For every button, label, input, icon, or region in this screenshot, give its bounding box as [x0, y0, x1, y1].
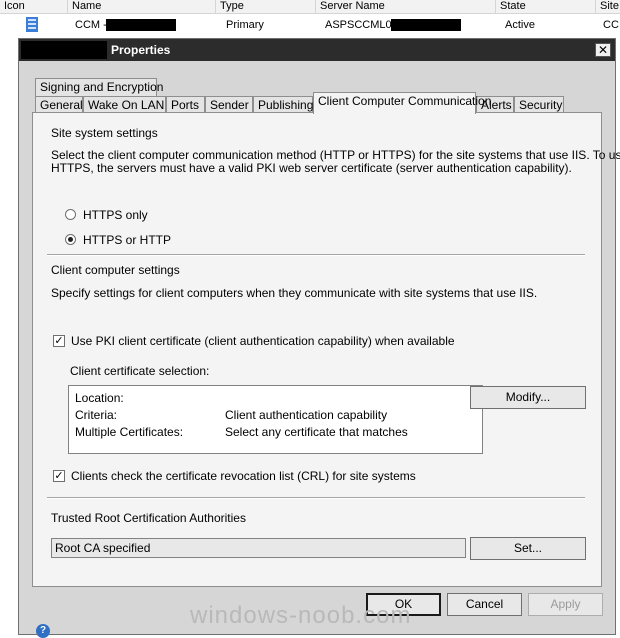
properties-dialog: Properties ✕ Signing and Encryption Gene…	[18, 38, 620, 638]
help-icon[interactable]: ?	[36, 624, 50, 638]
close-button[interactable]: ✕	[595, 43, 611, 57]
tab-panel: Site system settings Select the client c…	[32, 112, 620, 587]
set-button[interactable]: Set...	[470, 537, 586, 560]
row-state: Active	[505, 19, 535, 31]
server-icon	[26, 17, 38, 32]
crl-label[interactable]: Clients check the certificate revocation…	[71, 469, 416, 483]
column-header-icon[interactable]: Icon	[0, 0, 68, 13]
redaction-bar	[391, 19, 461, 31]
redaction-bar	[21, 41, 107, 59]
apply-button[interactable]: Apply	[528, 593, 603, 616]
row-name: CCM -	[75, 19, 107, 31]
dialog-title: Properties	[111, 43, 171, 57]
list-row[interactable]: CCM - Primary ASPSCCML01 Active CC	[0, 14, 620, 36]
client-computer-description: Specify settings for client computers wh…	[51, 286, 538, 300]
radio-selected-dot	[68, 237, 73, 242]
site-system-description-1: Select the client computer communication…	[51, 148, 620, 162]
redaction-bar	[106, 19, 176, 31]
root-ca-field: Root CA specified	[51, 538, 466, 558]
root-ca-value: Root CA specified	[55, 541, 151, 555]
row-site: CC	[603, 19, 619, 31]
site-system-description-2: HTTPS, the servers must have a valid PKI…	[51, 161, 572, 175]
tab-client-computer-communication[interactable]: Client Computer Communication	[313, 92, 491, 114]
column-header-state[interactable]: State	[496, 0, 596, 13]
row-type: Primary	[226, 19, 264, 31]
crl-checkbox[interactable]: ✓	[53, 470, 65, 482]
cancel-button[interactable]: Cancel	[447, 593, 522, 616]
title-bar[interactable]: Properties ✕	[19, 39, 615, 61]
site-system-heading: Site system settings	[51, 126, 158, 140]
trusted-root-heading: Trusted Root Certification Authorities	[51, 511, 246, 525]
https-or-http-radio[interactable]	[65, 234, 76, 245]
separator	[47, 497, 585, 499]
client-computer-heading: Client computer settings	[51, 263, 180, 277]
use-pki-checkbox[interactable]: ✓	[53, 335, 65, 347]
https-only-radio[interactable]	[65, 209, 76, 220]
row-server-name: ASPSCCML01	[325, 19, 398, 31]
cert-selection-box: Location: Criteria: Client authenticatio…	[68, 385, 483, 454]
column-header-name[interactable]: Name	[68, 0, 216, 13]
https-or-http-label[interactable]: HTTPS or HTTP	[83, 233, 171, 247]
dialog-body: Signing and Encryption General Wake On L…	[21, 63, 620, 638]
cert-location-label: Location:	[75, 391, 124, 405]
cert-criteria-label: Criteria:	[75, 408, 118, 422]
cert-criteria-value: Client authentication capability	[225, 408, 388, 422]
column-header-server-name[interactable]: Server Name	[316, 0, 496, 13]
cert-selection-label: Client certificate selection:	[70, 364, 210, 378]
column-header-type[interactable]: Type	[216, 0, 316, 13]
modify-button[interactable]: Modify...	[470, 386, 586, 409]
column-header-site[interactable]: Site	[596, 0, 620, 13]
https-only-label[interactable]: HTTPS only	[83, 208, 148, 222]
watermark-text: windows-noob.com	[190, 602, 412, 629]
tab-signing-and-encryption[interactable]: Signing and Encryption	[35, 78, 163, 96]
cert-multiple-label: Multiple Certificates:	[75, 425, 184, 439]
use-pki-label[interactable]: Use PKI client certificate (client authe…	[71, 334, 455, 348]
separator	[47, 254, 585, 256]
list-header: Icon Name Type Server Name State Site	[0, 0, 620, 14]
cert-multiple-value: Select any certificate that matches	[225, 425, 408, 439]
